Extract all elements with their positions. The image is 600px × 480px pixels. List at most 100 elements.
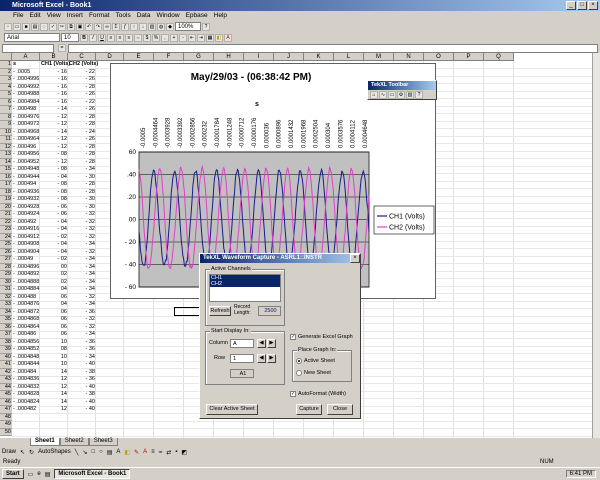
maximize-button[interactable]: □ — [577, 1, 587, 10]
column-header[interactable]: F — [154, 53, 184, 61]
column-header[interactable]: G — [184, 53, 214, 61]
menu-insert[interactable]: Insert — [64, 11, 86, 21]
column-header[interactable]: H — [214, 53, 244, 61]
close-button[interactable]: × — [588, 1, 598, 10]
table-cell[interactable]: - 38 — [69, 369, 95, 377]
print-icon[interactable]: ▤ — [31, 22, 39, 31]
row-header[interactable]: 18 — [0, 188, 12, 196]
arrow-style-icon[interactable]: ⇄ — [166, 449, 171, 456]
row-header[interactable]: 4 — [0, 83, 12, 91]
table-cell[interactable]: 02 — [41, 271, 67, 279]
comma-icon[interactable]: , — [161, 33, 169, 42]
row-header[interactable]: 24 — [0, 233, 12, 241]
table-cell[interactable]: - 26 — [69, 136, 95, 144]
table-cell[interactable]: - .0004936 — [13, 189, 39, 197]
table-cell[interactable]: - 30 — [69, 174, 95, 182]
table-cell[interactable]: - 32 — [69, 324, 95, 332]
table-cell[interactable]: - 28 — [69, 84, 95, 92]
column-header[interactable]: K — [304, 53, 334, 61]
fill-color-icon[interactable]: ◧ — [215, 33, 223, 42]
table-cell[interactable]: - .0004852 — [13, 346, 39, 354]
table-cell[interactable]: - 36 — [69, 339, 95, 347]
table-cell[interactable]: - .0004924 — [13, 211, 39, 219]
table-cell[interactable]: - .0004848 — [13, 354, 39, 362]
table-cell[interactable]: - .0004992 — [13, 84, 39, 92]
table-cell[interactable]: - .0004844 — [13, 361, 39, 369]
zoom-select[interactable]: 100% — [175, 22, 201, 31]
row-prev-button[interactable]: ◀ — [257, 354, 266, 363]
column-header[interactable]: M — [364, 53, 394, 61]
row-header[interactable]: 40 — [0, 353, 12, 361]
generate-graph-checkbox[interactable]: ✓ — [290, 334, 296, 340]
table-cell[interactable]: - 32 — [69, 294, 95, 302]
tab-sheet1[interactable]: Sheet1 — [30, 438, 60, 446]
menu-help[interactable]: Help — [211, 11, 230, 21]
table-cell[interactable]: 04 — [41, 286, 67, 294]
table-cell[interactable]: - .000484 — [13, 369, 39, 377]
map-icon[interactable]: ◍ — [157, 22, 165, 31]
table-cell[interactable]: - 14 — [41, 129, 67, 137]
table-cell[interactable]: - 02 — [41, 234, 67, 242]
row-header[interactable]: 32 — [0, 293, 12, 301]
waveform-capture-dialog[interactable]: TekXL Waveform Capture - ASRL1::INSTR × … — [199, 253, 361, 419]
row-header[interactable]: 37 — [0, 331, 12, 339]
row-header[interactable]: 50 — [0, 428, 12, 436]
hyperlink-icon[interactable]: ∞ — [103, 22, 111, 31]
oval-icon[interactable]: ○ — [99, 449, 103, 455]
table-cell[interactable]: - 34 — [69, 271, 95, 279]
function-icon[interactable]: ƒ — [121, 22, 129, 31]
table-cell[interactable]: - 34 — [69, 256, 95, 264]
menu-window[interactable]: Window — [153, 11, 182, 21]
row-header[interactable]: 47 — [0, 406, 12, 414]
menu-file[interactable]: File — [10, 11, 26, 21]
table-header-cell[interactable]: CH1 (Volts) — [41, 61, 70, 69]
row-header[interactable]: 3 — [0, 76, 12, 84]
table-cell[interactable]: - 08 — [41, 166, 67, 174]
save-icon[interactable]: ■ — [22, 22, 30, 31]
table-cell[interactable]: - .0004904 — [13, 249, 39, 257]
table-cell[interactable]: 14 — [41, 369, 67, 377]
decrease-indent-icon[interactable]: ⇤ — [188, 33, 196, 42]
row-next-button[interactable]: ▶ — [267, 354, 276, 363]
table-cell[interactable]: 10 — [41, 361, 67, 369]
rectangle-icon[interactable]: □ — [91, 449, 95, 455]
borders-icon[interactable]: ▦ — [206, 33, 214, 42]
generate-graph-option[interactable]: ✓ Generate Excel Graph — [290, 334, 353, 340]
new-icon[interactable]: ▫ — [4, 22, 12, 31]
table-cell[interactable]: - .0004916 — [13, 226, 39, 234]
currency-icon[interactable]: $ — [143, 33, 151, 42]
row-header[interactable]: 31 — [0, 286, 12, 294]
row-header[interactable]: 39 — [0, 346, 12, 354]
table-cell[interactable]: - 36 — [69, 376, 95, 384]
table-cell[interactable]: 06 — [41, 294, 67, 302]
table-cell[interactable]: 10 — [41, 354, 67, 362]
row-header[interactable]: 14 — [0, 158, 12, 166]
table-cell[interactable]: - .0004952 — [13, 159, 39, 167]
start-button[interactable]: Start — [2, 469, 24, 479]
new-sheet-radio[interactable] — [296, 370, 302, 376]
table-cell[interactable]: - .0004944 — [13, 174, 39, 182]
table-cell[interactable]: - 16 — [41, 91, 67, 99]
table-cell[interactable]: - 28 — [69, 151, 95, 159]
table-cell[interactable]: - .0004972 — [13, 121, 39, 129]
setup-icon[interactable]: ⚙ — [397, 91, 405, 99]
table-cell[interactable]: - 38 — [69, 391, 95, 399]
tab-sheet3[interactable]: Sheet3 — [88, 438, 118, 446]
autoformat-checkbox[interactable]: ✓ — [290, 391, 296, 397]
fill-color-icon[interactable]: ◧ — [124, 449, 130, 456]
table-cell[interactable]: - .000488 — [13, 294, 39, 302]
row-header[interactable]: 35 — [0, 316, 12, 324]
table-cell[interactable]: - .0004868 — [13, 316, 39, 324]
scope-icon[interactable]: ▭ — [388, 91, 396, 99]
channel-item[interactable]: CH2 — [210, 281, 280, 287]
decrease-decimal-icon[interactable]: - — [179, 33, 187, 42]
column-header[interactable]: N — [394, 53, 424, 61]
table-cell[interactable]: - 02 — [41, 256, 67, 264]
row-header[interactable]: 25 — [0, 241, 12, 249]
textbox-icon[interactable]: ▤ — [107, 449, 113, 456]
help-icon[interactable]: ? — [202, 22, 210, 31]
table-cell[interactable]: - 22 — [69, 69, 95, 77]
row-header[interactable]: 33 — [0, 301, 12, 309]
row-header[interactable]: 30 — [0, 278, 12, 286]
table-cell[interactable]: - .00049 — [13, 256, 39, 264]
